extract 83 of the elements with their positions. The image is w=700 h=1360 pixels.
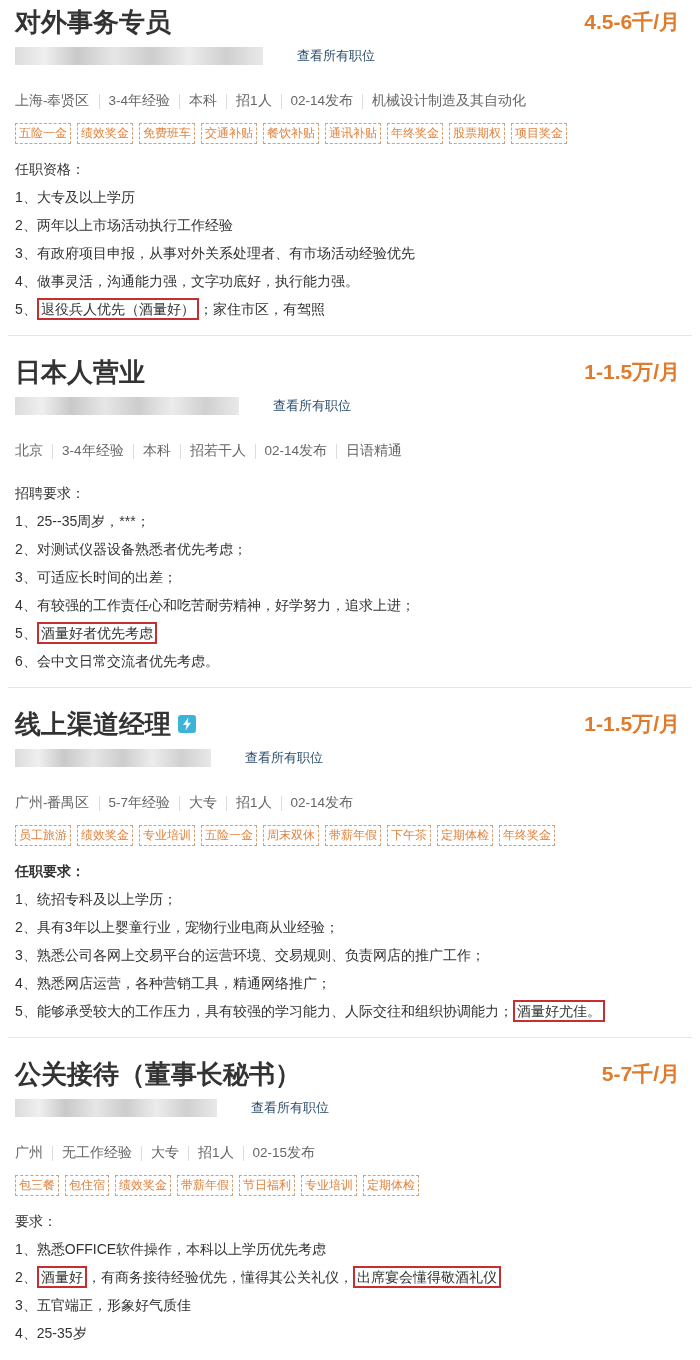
benefit-tag: 绩效奖金: [77, 122, 133, 144]
requirement-line: 3、有政府项目申报，从事对外关系处理者、有市场活动经验优先: [15, 244, 415, 263]
benefit-tag: 五险一金: [201, 824, 257, 846]
requirement-line: 3、可适应长时间的出差；: [15, 568, 177, 587]
requirement-line: 3、五官端正，形象好气质佳: [15, 1296, 191, 1315]
benefit-tag: 下午茶: [387, 824, 431, 846]
benefit-tag: 股票期权: [449, 122, 505, 144]
benefit-tag: 通讯补贴: [325, 122, 381, 144]
job-meta-item: 大专: [151, 1143, 179, 1162]
job-meta-item: 大专: [189, 793, 217, 812]
job-meta-item: 02-14发布: [290, 91, 354, 110]
benefit-tag: 包住宿: [65, 1174, 109, 1196]
view-all-jobs-link[interactable]: 查看所有职位: [273, 396, 351, 416]
benefit-tag: 节日福利: [239, 1174, 295, 1196]
job-title: 线上渠道经理: [15, 708, 171, 741]
salary: 4.5-6千/月: [584, 9, 680, 35]
benefit-tag: 定期体检: [363, 1174, 419, 1196]
requirements-heading: 任职资格：: [15, 159, 85, 179]
view-all-jobs-link[interactable]: 查看所有职位: [245, 748, 323, 768]
job-meta-item: 日语精通: [346, 441, 403, 460]
benefit-tag: 免费班车: [139, 122, 195, 144]
job-meta-item: 招1人: [198, 1143, 234, 1162]
requirement-line: 1、熟悉OFFICE软件操作，本科以上学历优先考虑: [15, 1240, 327, 1259]
job-meta-item: 招若干人: [189, 441, 246, 460]
benefit-tag: 专业培训: [301, 1174, 357, 1196]
job-meta-item: 本科: [189, 91, 217, 110]
job-meta-item: 3-4年经验: [108, 91, 170, 110]
job-meta-item: 上海-奉贤区: [15, 91, 90, 110]
job-meta-item: 5-7年经验: [108, 793, 170, 812]
benefit-tag: 绩效奖金: [115, 1174, 171, 1196]
job-meta-item: 02-15发布: [252, 1143, 316, 1162]
benefit-tag: 年终奖金: [499, 824, 555, 846]
requirement-line: 3、熟悉公司各网上交易平台的运营环境、交易规则、负责网店的推广工作；: [15, 946, 485, 965]
job-meta-item: 无工作经验: [62, 1143, 132, 1162]
requirement-line: 4、熟悉网店运营，各种营销工具，精通网络推广；: [15, 974, 331, 993]
job-meta-item: 广州-番禺区: [15, 793, 90, 812]
job-title: 日本人营业: [15, 356, 145, 389]
job-meta-item: 北京: [15, 441, 43, 460]
job-meta-item: 机械设计制造及其自动化: [372, 91, 527, 110]
benefit-tag: 专业培训: [139, 824, 195, 846]
benefit-tag: 带薪年假: [325, 824, 381, 846]
requirement-line: 5、 退役兵人优先（酒量好） ；家住市区，有驾照: [15, 298, 325, 320]
requirement-line: 1、大专及以上学历: [15, 188, 135, 207]
job-meta-item: 3-4年经验: [62, 441, 124, 460]
salary: 5-7千/月: [601, 1061, 680, 1087]
benefit-tag: 交通补贴: [201, 122, 257, 144]
requirement-line: 2、具有3年以上婴童行业，宠物行业电商从业经验；: [15, 918, 339, 937]
requirement-line: 5、能够承受较大的工作压力，具有较强的学习能力、人际交往和组织协调能力； 酒量好尤佳。: [15, 1000, 605, 1022]
salary: 1-1.5万/月: [584, 711, 680, 737]
requirement-line: 2、对测试仪器设备熟悉者优先考虑；: [15, 540, 247, 559]
job-meta-item: 02-14发布: [264, 441, 328, 460]
requirements-heading: 要求：: [15, 1211, 57, 1231]
job-meta-item: 招1人: [236, 91, 272, 110]
job-meta-item: 本科: [142, 441, 171, 460]
requirement-line: 1、统招专科及以上学历；: [15, 890, 177, 909]
benefit-tag: 周末双休: [263, 824, 319, 846]
requirement-line: 4、25-35岁: [15, 1324, 87, 1343]
benefit-tag: 项目奖金: [511, 122, 567, 144]
requirement-line: 1、25--35周岁，***；: [15, 512, 150, 531]
requirement-line: 4、有较强的工作责任心和吃苦耐劳精神，好学努力，追求上进；: [15, 596, 415, 615]
benefit-tag: 绩效奖金: [77, 824, 133, 846]
requirement-line: 6、会中文日常交流者优先考虑。: [15, 652, 219, 671]
requirement-line: 4、做事灵活，沟通能力强，文字功底好，执行能力强。: [15, 272, 359, 291]
view-all-jobs-link[interactable]: 查看所有职位: [251, 1098, 329, 1118]
benefit-tag: 包三餐: [15, 1174, 59, 1196]
job-meta-item: 招1人: [236, 793, 272, 812]
benefit-tag: 五险一金: [15, 122, 71, 144]
benefit-tag: 定期体检: [437, 824, 493, 846]
benefit-tag: 员工旅游: [15, 824, 71, 846]
benefit-tag: 餐饮补贴: [263, 122, 319, 144]
requirement-line: 2、两年以上市场活动执行工作经验: [15, 216, 233, 235]
requirements-heading: 任职要求：: [15, 861, 85, 881]
requirements-heading: 招聘要求：: [15, 483, 85, 503]
benefit-tag: 年终奖金: [387, 122, 443, 144]
benefit-tag: 带薪年假: [177, 1174, 233, 1196]
requirement-line: 5、 酒量好者优先考虑: [15, 622, 157, 644]
view-all-jobs-link[interactable]: 查看所有职位: [297, 46, 375, 66]
job-title: 对外事务专员: [15, 6, 171, 39]
salary: 1-1.5万/月: [584, 359, 680, 385]
job-meta-item: 广州: [15, 1143, 43, 1162]
job-meta-item: 02-14发布: [290, 793, 354, 812]
job-title: 公关接待（董事长秘书）: [15, 1058, 301, 1091]
requirement-line: 2、 酒量好 ，有商务接待经验优先，懂得其公关礼仪， 出席宴会懂得敬酒礼仪: [15, 1266, 501, 1288]
